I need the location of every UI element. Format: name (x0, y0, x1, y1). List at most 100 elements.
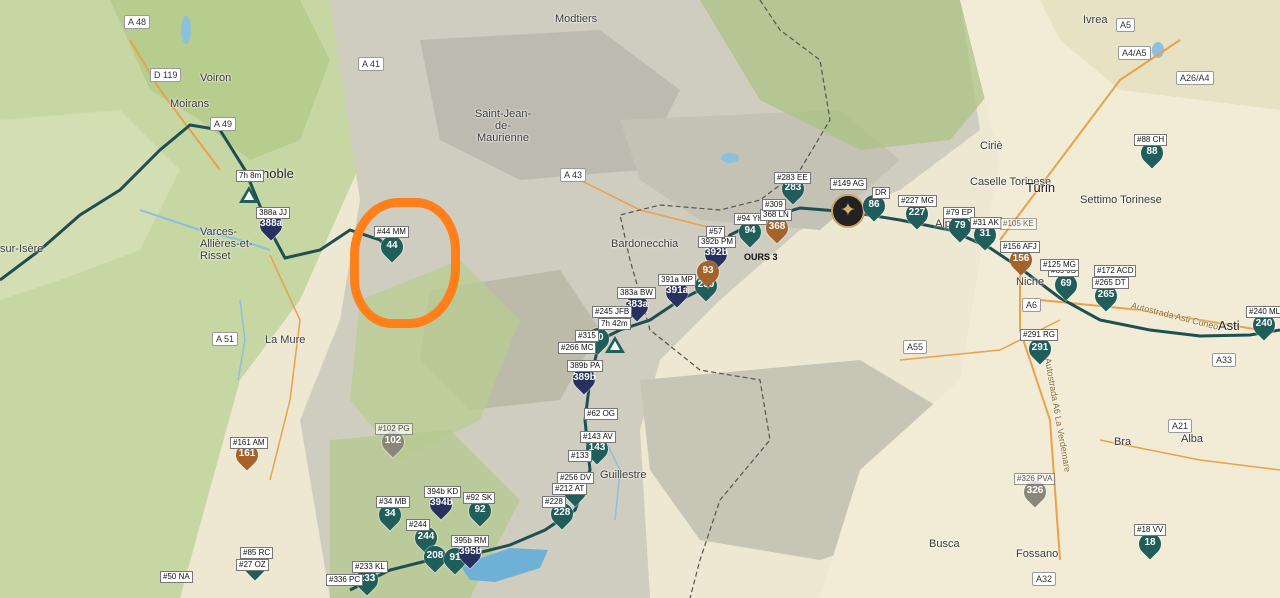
map-pin[interactable]: 18 (1134, 528, 1166, 560)
map-pin[interactable]: 79 (944, 211, 976, 243)
pin-label[interactable]: #291 RG (1020, 329, 1059, 341)
pin-label[interactable]: #105 KE (1000, 218, 1037, 230)
pin-number: 92 (474, 504, 486, 515)
pin-number: 395b (459, 546, 482, 557)
pin-label[interactable]: #172 ACD (1094, 265, 1137, 277)
pin-label[interactable]: #240 ML (1246, 306, 1280, 318)
pin-label[interactable]: #50 NA (160, 571, 193, 583)
pin-label[interactable]: #102 PG (375, 423, 413, 435)
pin-number: 291 (1031, 342, 1049, 353)
road-shield: A55 (903, 340, 928, 354)
pin-label[interactable]: #133 (568, 450, 592, 462)
place-label: Fossano (1016, 548, 1059, 560)
pin-label[interactable]: 388a JJ (256, 207, 291, 219)
pin-label[interactable]: 7h 42m (598, 318, 631, 330)
place-label: Niche (1016, 276, 1045, 288)
road-shield: A4/A5 (1118, 46, 1151, 60)
pin-number: 391a (666, 285, 689, 296)
place-label: Moirans (170, 98, 210, 110)
place-label: Modtiers (555, 13, 598, 25)
place-label: Bardonecchia (611, 238, 679, 250)
pin-label[interactable]: #125 MG (1040, 259, 1079, 271)
road-shield: A21 (1168, 419, 1193, 433)
place-label: Settimo Torinese (1080, 194, 1162, 206)
pin-label[interactable]: #44 MM (374, 226, 409, 238)
pin-number: 388a (260, 218, 283, 229)
pin-label[interactable]: #85 RC (240, 547, 274, 559)
pin-label[interactable]: #27 OZ (236, 559, 269, 571)
pin-label[interactable]: #57 (706, 226, 726, 238)
pin-number: 240 (1255, 318, 1273, 329)
pin-number: 31 (979, 228, 991, 239)
pin-label[interactable]: #143 AV (580, 431, 616, 443)
road-shield: A 49 (210, 117, 237, 131)
pin-label[interactable]: #265 DT (1092, 277, 1129, 289)
pin-label[interactable]: 389b PA (567, 360, 604, 372)
place-label: La Mure (265, 334, 306, 346)
pin-label[interactable]: #34 MB (376, 496, 410, 508)
pin-label[interactable]: #315 (575, 330, 599, 342)
pin-number: 102 (384, 435, 402, 446)
pin-label[interactable]: #156 AFJ (1000, 241, 1040, 253)
pin-number: 161 (238, 448, 256, 459)
place-label: Voiron (200, 72, 232, 84)
road-shield: D 119 (150, 68, 182, 82)
pin-number: 227 (908, 207, 926, 218)
pin-label[interactable]: 394b KD (424, 486, 462, 498)
pin-label[interactable]: 383a BW (617, 287, 656, 299)
map-pin[interactable]: 291 (1024, 333, 1056, 365)
map-pin[interactable]: 69 (1050, 269, 1082, 301)
pin-number: 156 (1012, 253, 1030, 264)
road-shield: A26/A4 (1176, 71, 1214, 85)
road-shield: A5 (1116, 18, 1136, 32)
pin-number: 326 (1026, 485, 1044, 496)
pin-number: 389b (573, 372, 596, 383)
pin-number: 228 (553, 507, 571, 518)
road-shield: A 41 (358, 57, 385, 71)
pin-label[interactable]: 395b RM (451, 535, 490, 547)
pin-number: 265 (1097, 289, 1115, 300)
pin-label[interactable]: #62 OG (584, 408, 619, 420)
campsite-icon[interactable] (239, 186, 259, 203)
place-label: sur-Isère (0, 243, 44, 255)
pin-label[interactable]: #266 MC (558, 342, 597, 354)
road-shield: A 51 (212, 332, 239, 346)
pin-label[interactable]: 391a MP (658, 274, 697, 286)
pin-label[interactable]: #309 (762, 199, 786, 211)
pin-label[interactable]: DR (872, 187, 890, 199)
pin-label[interactable]: #212 AT (552, 483, 588, 495)
road-shield: A 48 (124, 15, 151, 29)
pin-label[interactable]: #18 VV (1134, 524, 1167, 536)
pin-label[interactable]: #227 MG (898, 195, 937, 207)
pin-label[interactable]: #336 PC (326, 574, 364, 586)
place-label: Asti (1218, 318, 1240, 333)
pin-label[interactable]: #326 PVA (1014, 473, 1056, 485)
road-shield: A32 (1032, 572, 1057, 586)
place-label: Busca (929, 538, 960, 550)
pin-label[interactable]: #245 JFB (592, 306, 633, 318)
pin-label[interactable]: #228 (542, 496, 566, 508)
pin-label[interactable]: #31 AK (970, 217, 1002, 229)
place-label: Guillestre (600, 469, 647, 481)
map-pin[interactable]: 44 (376, 231, 408, 263)
pin-label[interactable]: #88 CH (1134, 134, 1168, 146)
pin-number: 368 (768, 221, 786, 232)
pin-number: 34 (384, 508, 396, 519)
pin-label[interactable]: #149 AG (830, 178, 868, 190)
pin-number: 44 (386, 240, 398, 251)
place-label: Alba (1181, 433, 1204, 445)
road-shield: A 43 (560, 168, 587, 182)
pin-label[interactable]: #92 SK (463, 492, 496, 504)
pin-label[interactable]: 7h 8m (236, 170, 265, 182)
place-label: Ciriè (980, 140, 1003, 152)
road-shield: A33 (1212, 353, 1237, 367)
pin-label[interactable]: #233 KL (352, 561, 388, 573)
place-label: Ivrea (1083, 14, 1108, 26)
pin-label[interactable]: #244 (406, 519, 430, 531)
map-pin[interactable]: 93 (692, 256, 724, 288)
compass-icon[interactable] (831, 194, 865, 228)
pin-label[interactable]: #283 EE (774, 172, 811, 184)
pin-number: 394b (430, 497, 453, 508)
place-label: Saint-Jean-de-Maurienne (474, 108, 532, 144)
pin-label[interactable]: #161 AM (230, 437, 268, 449)
